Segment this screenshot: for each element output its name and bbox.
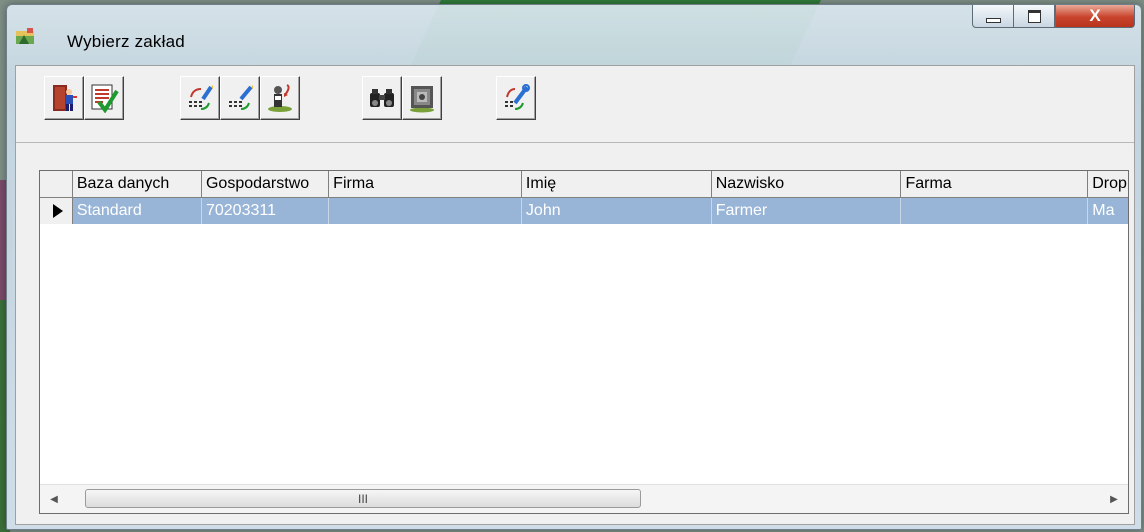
arrow-left-icon: ◀ [50,493,58,505]
column-header[interactable]: Drop [1088,171,1128,197]
dialog-window: Wybierz zakład X Baza danych Gospodarstw… [6,4,1142,530]
checklist-icon [91,84,119,113]
table-cell[interactable] [901,198,1089,224]
column-header[interactable]: Gospodarstwo [202,171,330,197]
toolbar-group [44,76,124,120]
edit-alt-button[interactable] [220,76,260,120]
select-button[interactable] [84,76,124,120]
client-area: Baza danych Gospodarstwo Firma Imię Nazw… [15,65,1135,525]
window-controls: X [972,5,1135,28]
close-icon: X [1089,6,1101,25]
maximize-icon [1027,9,1041,23]
window-title: Wybierz zakład [67,32,185,51]
undo-person-button[interactable] [260,76,300,120]
app-icon [15,27,35,45]
table-cell[interactable] [329,198,522,224]
exit-button[interactable] [44,76,84,120]
exit-door-icon [53,85,77,111]
horizontal-scrollbar[interactable]: ◀ III ▶ [40,484,1128,513]
scroll-thumb[interactable]: III [85,489,641,508]
settings-button[interactable] [496,76,536,120]
table-cell[interactable]: Standard [73,198,202,224]
grid-header: Baza danych Gospodarstwo Firma Imię Nazw… [40,171,1128,198]
grip-icon: III [357,491,368,506]
minimize-button[interactable] [972,5,1013,28]
edit-list-icon [189,85,213,110]
table-cell[interactable]: Farmer [712,198,902,224]
person-undo-icon [268,84,292,112]
toolbar-group [180,76,300,120]
close-button[interactable]: X [1055,5,1135,28]
data-grid[interactable]: Baza danych Gospodarstwo Firma Imię Nazw… [39,170,1129,514]
header-indicator [40,171,73,197]
maximize-button[interactable] [1013,5,1055,28]
safe-icon [410,86,434,113]
column-header[interactable]: Farma [901,171,1089,197]
column-header[interactable]: Baza danych [73,171,202,197]
scroll-left-button[interactable]: ◀ [40,485,68,513]
edit-button[interactable] [180,76,220,120]
edit-list-alt-icon [229,85,253,110]
table-cell[interactable]: John [522,198,712,224]
scroll-right-button[interactable]: ▶ [1100,485,1128,513]
minimize-icon [985,17,1001,23]
toolbar-group [496,76,536,120]
title-bar[interactable]: Wybierz zakład X [7,5,1141,51]
column-header[interactable]: Nazwisko [712,171,902,197]
table-cell[interactable]: 70203311 [202,198,330,224]
toolbar [16,66,1134,143]
toolbar-group [362,76,442,120]
tools-icon [505,84,530,110]
table-row[interactable]: Standard 70203311 John Farmer Ma [40,198,1128,224]
column-header[interactable]: Imię [522,171,712,197]
column-header[interactable]: Firma [329,171,522,197]
search-button[interactable] [362,76,402,120]
binoculars-icon [370,89,394,107]
table-cell[interactable]: Ma [1088,198,1128,224]
row-indicator [40,198,73,224]
arrow-right-icon: ▶ [1110,493,1118,505]
current-row-arrow-icon [52,204,63,218]
safe-button[interactable] [402,76,442,120]
